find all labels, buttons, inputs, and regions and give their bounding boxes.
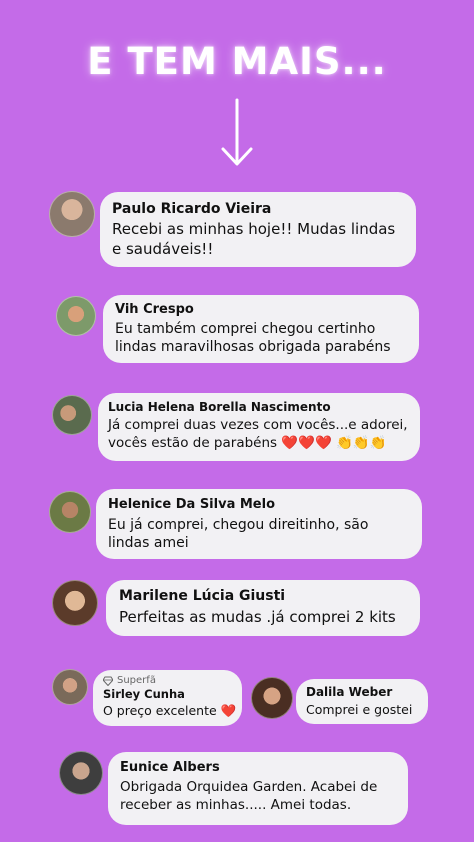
avatar[interactable]	[52, 580, 98, 626]
comment-author[interactable]: Vih Crespo	[115, 302, 407, 317]
comment-bubble: Lucia Helena Borella Nascimento Já compr…	[98, 393, 420, 461]
avatar[interactable]	[59, 751, 103, 795]
comment-text: Perfeitas as mudas .já comprei 2 kits	[119, 608, 396, 626]
comment-bubble: Paulo Ricardo Vieira Recebi as minhas ho…	[100, 192, 416, 267]
avatar[interactable]	[49, 491, 91, 533]
comment-author[interactable]: Dalila Weber	[306, 685, 418, 699]
avatar[interactable]	[49, 191, 95, 237]
comment-bubble: Dalila Weber Comprei e gostei	[296, 679, 428, 724]
comment-bubble: Superfã Sirley Cunha O preço excelente ❤…	[93, 670, 242, 726]
comment-author[interactable]: Paulo Ricardo Vieira	[112, 201, 404, 217]
comment-text: Já comprei duas vezes com vocês...e ador…	[108, 417, 408, 451]
superfan-badge: Superfã	[103, 675, 232, 686]
avatar[interactable]	[56, 296, 96, 336]
comment-text: Comprei e gostei	[306, 702, 413, 717]
arrow-down-icon	[221, 98, 253, 166]
comment-text: Obrigada Orquidea Garden. Acabei de rece…	[120, 779, 378, 813]
comment-text: Eu também comprei chegou certinho lindas…	[115, 321, 391, 356]
comment-bubble: Helenice Da Silva Melo Eu já comprei, ch…	[96, 489, 422, 559]
comment-bubble: Vih Crespo Eu também comprei chegou cert…	[103, 295, 419, 363]
comment-text: Eu já comprei, chegou direitinho, são li…	[108, 517, 369, 552]
comment-text: O preço excelente ❤️	[103, 703, 237, 718]
avatar[interactable]	[52, 395, 92, 435]
comment-author[interactable]: Marilene Lúcia Giusti	[119, 588, 407, 604]
comment-bubble: Eunice Albers Obrigada Orquidea Garden. …	[108, 752, 408, 825]
diamond-icon	[103, 676, 113, 686]
badge-label: Superfã	[117, 675, 156, 686]
comment-author[interactable]: Helenice Da Silva Melo	[108, 497, 410, 512]
comment-author[interactable]: Eunice Albers	[120, 760, 396, 775]
avatar[interactable]	[52, 669, 88, 705]
page-title: E TEM MAIS...	[87, 40, 387, 83]
comment-text: Recebi as minhas hoje!! Mudas lindas e s…	[112, 220, 396, 258]
comment-author[interactable]: Lucia Helena Borella Nascimento	[108, 400, 410, 414]
avatar[interactable]	[251, 677, 293, 719]
comment-bubble: Marilene Lúcia Giusti Perfeitas as mudas…	[106, 580, 420, 636]
comment-author[interactable]: Sirley Cunha	[103, 687, 232, 701]
